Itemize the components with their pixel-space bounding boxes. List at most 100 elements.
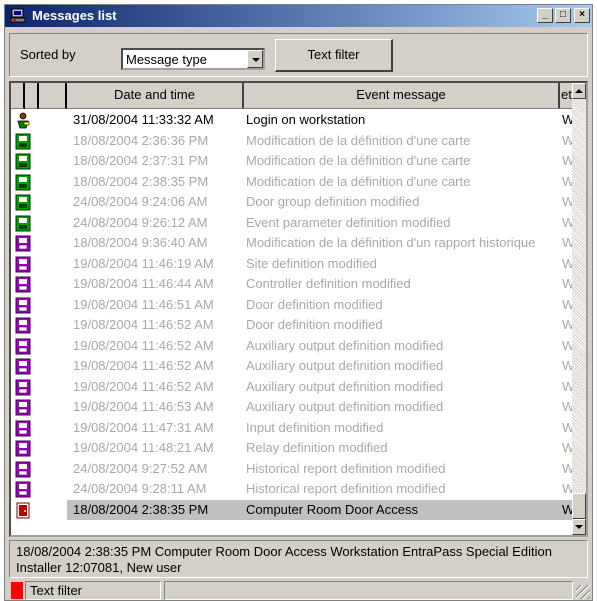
column-header-icon-1[interactable] [11, 83, 25, 109]
cell-workstation: Wo [560, 356, 572, 377]
sort-type-select[interactable]: Message type [121, 48, 265, 70]
table-row[interactable]: 31/08/2004 11:33:32 AM Login on workstati… [11, 110, 572, 131]
green-definition-icon [15, 133, 31, 150]
table-row[interactable]: 18/08/2004 2:38:35 PM Computer Room Door … [11, 499, 572, 520]
messages-list-window: Messages list _ □ × Sorted by Message ty… [4, 4, 593, 601]
table-row[interactable]: 19/08/2004 11:47:31 AM Input definition m… [11, 418, 572, 439]
table-row[interactable]: 18/08/2004 2:38:35 PM Modification de la … [11, 172, 572, 193]
cell-date-time: 18/08/2004 2:38:35 PM [67, 499, 244, 520]
scroll-up-button[interactable] [572, 83, 586, 99]
cell-workstation: Wo [560, 315, 572, 336]
maximize-button[interactable]: □ [555, 8, 571, 23]
table-row[interactable]: 24/08/2004 9:24:06 AM Door group definiti… [11, 192, 572, 213]
table-row[interactable]: 19/08/2004 11:46:53 AM Auxiliary output d… [11, 397, 572, 418]
cell-date-time: 19/08/2004 11:46:52 AM [73, 378, 214, 394]
cell-event-message: Historical report definition modified [246, 460, 446, 476]
cell-event-message: Modification de la définition d'un rappo… [246, 235, 536, 250]
purple-definition-icon [15, 235, 31, 252]
cell-workstation: Wo [560, 192, 572, 213]
scroll-thumb[interactable] [572, 493, 586, 519]
cell-event-message: Auxiliary output definition modified [246, 358, 444, 373]
cell-date-time: 18/08/2004 2:36:36 PM [73, 132, 209, 148]
cell-date-time: 24/08/2004 9:27:52 AM [73, 460, 208, 476]
door-access-icon [15, 502, 31, 519]
sorted-by-label: Sorted by [20, 47, 76, 62]
column-header-icon-2[interactable] [25, 83, 39, 109]
cell-date-time: 31/08/2004 11:33:32 AM [73, 112, 214, 127]
cell-workstation: Wo [560, 418, 572, 439]
cell-event-message: Historical report definition modified [246, 481, 446, 496]
cell-date-time: 24/08/2004 9:28:11 AM [73, 481, 207, 496]
cell-workstation: Wo [560, 274, 572, 295]
table-row[interactable]: 24/08/2004 9:27:52 AM Historical report d… [11, 459, 572, 480]
messages-list[interactable]: Date and time Event message eta 31/08/20… [9, 81, 588, 537]
cell-event-message: Input definition modified [246, 419, 384, 435]
user-login-icon [15, 112, 31, 129]
cell-event-message: Auxiliary output definition modified [246, 399, 444, 414]
cell-date-time: 19/08/2004 11:46:19 AM [73, 255, 214, 271]
table-row[interactable]: 19/08/2004 11:46:52 AM Door definition mo… [11, 315, 572, 336]
cell-workstation: Wo [560, 151, 572, 172]
column-header-event-message[interactable]: Event message [244, 83, 560, 109]
cell-event-message: Door group definition modified [246, 194, 420, 209]
table-row[interactable]: 19/08/2004 11:46:52 AM Auxiliary output d… [11, 377, 572, 398]
table-row[interactable]: 18/08/2004 9:36:40 AM Modification de la … [11, 233, 572, 254]
title-bar[interactable]: Messages list _ □ × [5, 5, 592, 27]
table-row[interactable]: 24/08/2004 9:26:12 AM Event parameter def… [11, 213, 572, 234]
cell-workstation: Wo [560, 254, 572, 275]
green-definition-icon [15, 194, 31, 211]
cell-date-time: 18/08/2004 2:38:35 PM [73, 173, 209, 189]
cell-date-time: 24/08/2004 9:26:12 AM [73, 214, 208, 230]
cell-workstation: Wo [560, 172, 572, 193]
table-row[interactable]: 19/08/2004 11:46:19 AM Site definition mo… [11, 254, 572, 275]
table-row[interactable]: 24/08/2004 9:28:11 AM Historical report d… [11, 479, 572, 500]
cell-event-message: Auxiliary output definition modified [246, 378, 444, 394]
list-header: Date and time Event message eta [11, 83, 574, 109]
cell-workstation: Wo [560, 110, 572, 131]
cell-date-time: 19/08/2004 11:46:52 AM [73, 317, 214, 332]
resize-grip[interactable] [576, 585, 590, 599]
cell-date-time: 18/08/2004 2:37:31 PM [73, 153, 209, 168]
purple-definition-icon [15, 420, 31, 437]
table-row[interactable]: 19/08/2004 11:46:51 AM Door definition mo… [11, 295, 572, 316]
app-workstation-icon [10, 8, 26, 23]
cell-event-message: Event parameter definition modified [246, 214, 451, 230]
text-filter-button[interactable]: Text filter [275, 39, 393, 72]
purple-definition-icon [15, 276, 31, 293]
cell-workstation: Wo [560, 233, 572, 254]
cell-date-time: 19/08/2004 11:46:53 AM [73, 399, 214, 414]
purple-definition-icon [15, 317, 31, 334]
column-header-date-time[interactable]: Date and time [67, 83, 244, 109]
chevron-down-icon[interactable] [247, 50, 263, 68]
green-definition-icon [15, 215, 31, 232]
table-row[interactable]: 19/08/2004 11:46:44 AM Controller definit… [11, 274, 572, 295]
cell-date-time: 19/08/2004 11:47:31 AM [73, 419, 214, 435]
cell-workstation: Wo [560, 213, 572, 234]
scroll-down-button[interactable] [572, 519, 586, 535]
vertical-scrollbar[interactable] [572, 83, 586, 535]
cell-workstation: Wo [560, 438, 572, 459]
close-button[interactable]: × [574, 8, 590, 23]
purple-definition-icon [15, 399, 31, 416]
table-row[interactable]: 19/08/2004 11:46:52 AM Auxiliary output d… [11, 336, 572, 357]
cell-event-message: Modification de la définition d'une cart… [246, 132, 471, 148]
cell-workstation: Wo [560, 459, 572, 480]
cell-event-message: Site definition modified [246, 255, 377, 271]
cell-date-time: 19/08/2004 11:46:44 AM [73, 276, 214, 291]
cell-date-time: 19/08/2004 11:46:52 AM [73, 337, 214, 353]
table-row[interactable]: 18/08/2004 2:36:36 PM Modification de la … [11, 131, 572, 152]
table-row[interactable]: 18/08/2004 2:37:31 PM Modification de la … [11, 151, 572, 172]
cell-date-time: 19/08/2004 11:46:52 AM [73, 358, 214, 373]
table-row[interactable]: 19/08/2004 11:46:52 AM Auxiliary output d… [11, 356, 572, 377]
cell-workstation: Wo [560, 336, 572, 357]
column-header-icon-3[interactable] [39, 83, 67, 109]
purple-definition-icon [15, 256, 31, 273]
cell-date-time: 19/08/2004 11:48:21 AM [73, 440, 214, 455]
cell-event-message: Relay definition modified [246, 440, 388, 455]
table-row[interactable]: 19/08/2004 11:48:21 AM Relay definition m… [11, 438, 572, 459]
cell-event-message: Door definition modified [246, 317, 383, 332]
cell-event-message: Auxiliary output definition modified [246, 337, 444, 353]
purple-definition-icon [15, 297, 31, 314]
minimize-button[interactable]: _ [537, 8, 553, 23]
status-info-pane [164, 581, 573, 600]
